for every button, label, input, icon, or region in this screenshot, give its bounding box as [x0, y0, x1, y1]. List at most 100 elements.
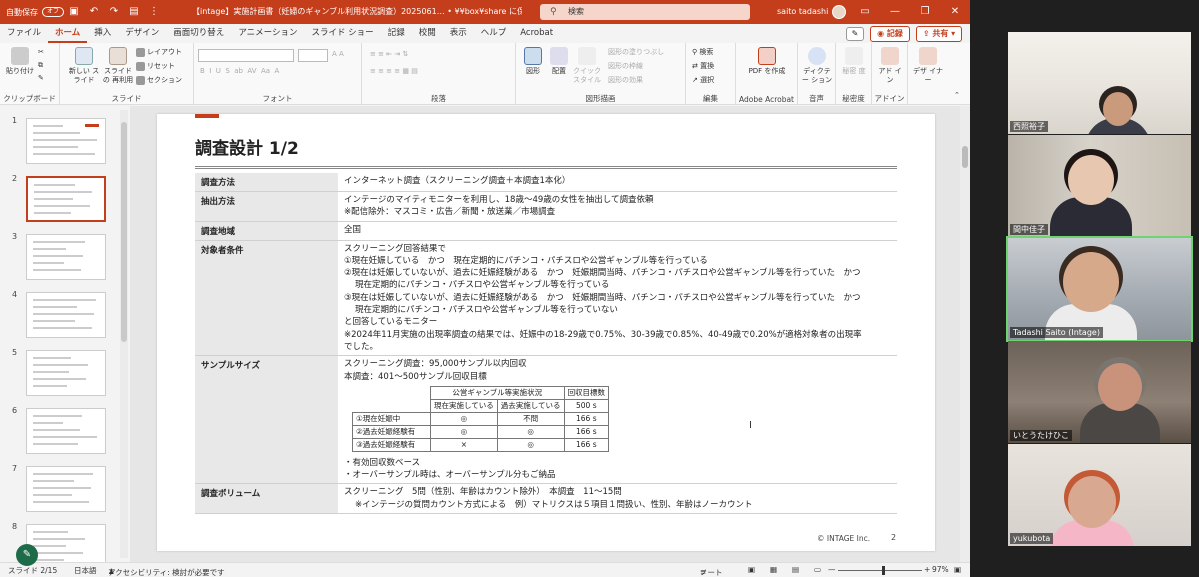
tab-3[interactable]: デザイン	[118, 24, 166, 43]
autosave-toggle[interactable]: 自動保存 オフ	[6, 7, 64, 18]
design-table[interactable]: 調査方法 インターネット調査（スクリーニング調査＋本調査1本化） 抽出方法 インテージ…	[195, 173, 897, 515]
sensitivity-button[interactable]: 秘密 度	[840, 47, 868, 76]
shape-fill-button[interactable]: 図形の塗りつぶし	[608, 47, 664, 57]
tab-11[interactable]: Acrobat	[513, 24, 560, 43]
minimize-icon[interactable]: —	[880, 0, 910, 24]
table-row[interactable]: 対象者条件 スクリーニング回答結果で ①現在妊娠している かつ 現在定期的にパチンコ…	[195, 240, 897, 357]
select-button[interactable]: ↗ 選択	[692, 75, 714, 85]
slideshow-icon[interactable]: ▭	[814, 565, 821, 574]
zoom-slider-handle[interactable]	[881, 566, 885, 575]
table-row[interactable]: 調査地域 全国	[195, 221, 897, 241]
table-row[interactable]: 調査方法 インターネット調査（スクリーニング調査＋本調査1本化）	[195, 173, 897, 192]
undo-icon[interactable]: ↶	[87, 5, 101, 19]
share-button[interactable]: ⇪ 共有 ▾	[916, 26, 962, 42]
participant-tile[interactable]: いとうたけひこ	[1008, 341, 1191, 443]
tab-4[interactable]: 画面切り替え	[166, 24, 231, 43]
find-button[interactable]: ⚲ 検索	[692, 47, 713, 57]
tab-5[interactable]: アニメーション	[231, 24, 304, 43]
table-row[interactable]: 抽出方法 インテージのマイティモニターを利用し、18歳～49歳の女性を抽出して調査…	[195, 192, 897, 222]
participant-tile[interactable]: Tadashi Saito (Intage)	[1006, 236, 1193, 342]
slide-title[interactable]: 調査設計 1/2	[195, 134, 299, 159]
row-value[interactable]: スクリーニング調査：95,000サンプル以内回収 本調査：401～500サンプル回…	[339, 356, 897, 483]
save-icon[interactable]: ▣	[67, 5, 81, 19]
collapse-ribbon-icon[interactable]: ⌃	[954, 91, 960, 99]
font-name-combo[interactable]	[198, 49, 294, 62]
user-avatar[interactable]	[832, 5, 846, 19]
slide-thumbnail[interactable]	[26, 234, 106, 280]
thumbnail-scrollbar[interactable]	[120, 110, 128, 558]
autosave-switch[interactable]: オフ	[42, 7, 64, 17]
ribbon-display-icon[interactable]: ▭	[850, 0, 880, 24]
row-value[interactable]: スクリーニング 5問（性別、年齢はカウント除外） 本調査 11～15問 ※インテー…	[339, 484, 897, 513]
table-row[interactable]: サンプルサイズ スクリーニング調査：95,000サンプル以内回収 本調査：401～5…	[195, 356, 897, 485]
zoom-out-icon[interactable]: —	[828, 565, 836, 574]
slide-scroll-thumb[interactable]	[962, 146, 968, 168]
replace-button[interactable]: ⇄ 置換	[692, 61, 714, 71]
tab-2[interactable]: 挿入	[87, 24, 118, 43]
user-name[interactable]: saito tadashi	[777, 0, 828, 24]
reuse-slide-button[interactable]: スライドの 再利用	[102, 47, 134, 85]
reset-button[interactable]: リセット	[136, 61, 175, 71]
tab-9[interactable]: 表示	[443, 24, 474, 43]
reading-view-icon[interactable]: ▤	[792, 565, 799, 574]
new-slide-button[interactable]: 新しい スライド	[68, 47, 100, 85]
create-pdf-button[interactable]: PDF を作成	[748, 47, 786, 76]
arrange-button[interactable]: 配置	[546, 47, 572, 76]
format-painter-icon[interactable]: ✎	[38, 74, 44, 82]
slide-thumbnail[interactable]	[26, 350, 106, 396]
font-grow-icon[interactable]: A A	[332, 50, 344, 58]
list-buttons[interactable]: ≡ ≡ ⇤ ⇥ ⇅	[370, 50, 408, 58]
shape-outline-button[interactable]: 図形の枠線	[608, 61, 643, 71]
search-box[interactable]: ⚲ 検索	[540, 4, 750, 20]
layout-button[interactable]: レイアウト	[136, 47, 182, 57]
slide-thumbnail[interactable]	[26, 408, 106, 454]
slide-thumbnail[interactable]	[26, 118, 106, 164]
annotation-pen-icon[interactable]: ✎	[16, 544, 38, 566]
addins-button[interactable]: アド イン	[876, 47, 904, 85]
table-row[interactable]: 調査ボリューム スクリーニング 5問（性別、年齢はカウント除外） 本調査 11～1…	[195, 484, 897, 515]
dictate-button[interactable]: ディクテー ション	[800, 47, 834, 85]
quick-styles-button[interactable]: クイック スタイル	[572, 47, 602, 85]
zoom-level[interactable]: 97%	[932, 565, 949, 574]
language-indicator[interactable]: 日本語	[74, 565, 97, 576]
tab-8[interactable]: 校閲	[412, 24, 443, 43]
section-button[interactable]: セクション	[136, 75, 182, 85]
tab-10[interactable]: ヘルプ	[474, 24, 514, 43]
normal-view-icon[interactable]: ▣	[748, 565, 755, 574]
participant-tile[interactable]: 間中佳子	[1008, 135, 1191, 237]
row-value[interactable]: 全国	[339, 222, 897, 240]
align-buttons[interactable]: ≡ ≡ ≡ ≡ ▦ ▤	[370, 67, 418, 75]
tab-6[interactable]: スライド ショー	[304, 24, 380, 43]
row-value[interactable]: スクリーニング回答結果で ①現在妊娠している かつ 現在定期的にパチンコ・パチスロ…	[339, 241, 897, 356]
record-button[interactable]: ◉ 記録	[870, 26, 910, 42]
fit-slide-icon[interactable]: ▣	[954, 565, 961, 574]
tab-7[interactable]: 記録	[381, 24, 412, 43]
document-title[interactable]: 【intage】実施計画書（妊婦のギャンブル利用状況調査）2025061… • …	[192, 0, 522, 24]
zoom-in-icon[interactable]: +	[924, 565, 930, 574]
close-icon[interactable]: ✕	[940, 0, 970, 24]
row-value[interactable]: インターネット調査（スクリーニング調査＋本調査1本化）	[339, 173, 897, 191]
slide-sorter-icon[interactable]: ▦	[770, 565, 777, 574]
row-value[interactable]: インテージのマイティモニターを利用し、18歳～49歳の女性を抽出して調査依頼 ※配…	[339, 192, 897, 221]
designer-button[interactable]: デザ イナー	[912, 47, 944, 85]
slide-thumbnail[interactable]	[26, 292, 106, 338]
slide-thumbnail[interactable]	[26, 466, 106, 512]
slide-thumbnail[interactable]	[26, 176, 106, 222]
cut-icon[interactable]: ✂	[38, 48, 44, 56]
comments-button[interactable]: ✎	[846, 27, 864, 41]
slide[interactable]: 調査設計 1/2 調査方法 インターネット調査（スクリーニング調査＋本調査1本化）…	[157, 114, 935, 551]
shape-effects-button[interactable]: 図形の効果	[608, 75, 643, 85]
tab-1[interactable]: ホーム	[48, 24, 88, 43]
zoom-slider[interactable]	[838, 570, 922, 571]
redo-icon[interactable]: ↷	[107, 5, 121, 19]
present-icon[interactable]: ▤	[127, 5, 141, 19]
thumbnail-scroll-thumb[interactable]	[121, 122, 127, 342]
customize-qat-icon[interactable]: ⋮	[147, 5, 161, 19]
paste-button[interactable]: 貼り付け	[6, 47, 34, 76]
copy-icon[interactable]: ⧉	[38, 61, 43, 70]
font-style-buttons[interactable]: B I U S ab AV Aa A	[200, 67, 279, 75]
font-size-combo[interactable]	[298, 49, 328, 62]
slide-scrollbar[interactable]	[960, 106, 970, 562]
tab-0[interactable]: ファイル	[0, 24, 48, 43]
restore-icon[interactable]: ❐	[910, 0, 940, 24]
